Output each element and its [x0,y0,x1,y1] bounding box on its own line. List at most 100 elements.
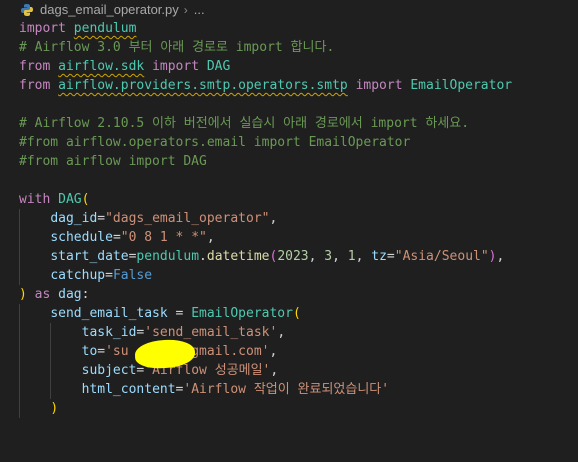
indent-guide [50,342,51,361]
param-name: html_content [81,382,176,397]
equals: = [97,211,106,226]
indent-guide [19,228,20,247]
breadcrumb-file-name[interactable]: dags_email_operator.py [40,2,179,17]
equals: = [112,230,121,245]
code-line-10: with DAG( [19,190,578,209]
string-value: "dags_email_operator" [105,211,270,226]
breadcrumb: dags_email_operator.py › ... [0,0,578,19]
param-name: start_date [50,249,129,264]
indent-guide [19,399,20,418]
number: 1 [347,249,356,264]
code-line-8: #from airflow import DAG [19,154,207,169]
string-value-start: 'su [105,344,129,359]
module-ref: pendulum [136,249,200,264]
import-keyword: import [355,78,403,93]
boolean-value: False [112,268,153,283]
code-line-7: #from airflow.operators.email import Ema… [19,135,411,150]
module-name: airflow.providers.smtp.operators.smtp [58,78,348,93]
string-value: 'Airflow 작업이 완료되었습니다' [183,382,390,397]
code-line-15: ) as dag: [19,285,578,304]
indent-guide [19,247,20,266]
module-name: pendulum [73,21,137,36]
chevron-right-icon: › [183,2,188,17]
equals: = [167,306,192,321]
equals: = [105,268,113,283]
code-line-11: dag_id="dags_email_operator", [19,209,578,228]
variable-name: dag [58,287,82,302]
import-keyword: import [152,59,200,74]
comma: , [496,249,505,264]
comma: , [270,363,279,378]
param-name: task_id [81,325,137,340]
module-name: airflow.sdk [58,59,145,74]
indent-guide [50,361,51,380]
code-line-20: html_content='Airflow 작업이 완료되었습니다' [19,380,578,399]
dot: . [199,249,207,264]
indent-guide [19,380,20,399]
equals: = [97,344,106,359]
indent-guide [19,342,20,361]
comma: , [308,249,325,264]
string-value: "Asia/Seoul" [394,249,489,264]
import-keyword: import [19,21,66,36]
number: 2023 [277,249,309,264]
close-paren: ) [19,287,27,302]
variable-name: send_email_task [50,306,168,321]
imported-name: DAG [206,59,231,74]
class-name: EmailOperator [191,306,293,321]
indent-guide [50,323,51,342]
function-name: datetime [206,249,270,264]
code-line-6: # Airflow 2.10.5 이하 버전에서 실습시 아래 경로에서 imp… [19,116,470,131]
string-value-end: @gmail.com' [183,344,270,359]
open-paren: ( [81,192,90,207]
comma: , [332,249,348,264]
number: 3 [324,249,333,264]
param-name: to [81,344,98,359]
code-line-21: ) [19,399,578,418]
code-line-12: schedule="0 8 1 * *", [19,228,578,247]
comma: , [269,211,278,226]
code-line-13: start_date=pendulum.datetime(2023, 3, 1,… [19,247,578,266]
breadcrumb-more[interactable]: ... [194,2,205,17]
as-keyword: as [26,287,59,302]
class-name: DAG [58,192,82,207]
comma: , [277,325,286,340]
param-name: dag_id [50,211,98,226]
code-editor[interactable]: import pendulum # Airflow 3.0 부터 아래 경로로 … [0,19,578,418]
param-name: subject [81,363,137,378]
code-line-17: task_id='send_email_task', [19,323,578,342]
code-line-2: # Airflow 3.0 부터 아래 경로로 import 합니다. [19,40,335,55]
code-line-3: from airflow.sdk import DAG [19,57,578,76]
with-keyword: with [19,192,51,207]
from-keyword: from [19,78,51,93]
indent-guide [19,266,20,285]
indent-guide [19,361,20,380]
string-value: 'send_email_task' [144,325,278,340]
code-line-14: catchup=False [19,266,578,285]
indent-guide [50,380,51,399]
param-name: schedule [50,230,113,245]
python-file-icon [20,3,34,17]
open-paren: ( [292,306,301,321]
comma: , [269,344,278,359]
param-name: tz [371,249,387,264]
from-keyword: from [19,59,51,74]
indent-guide [19,304,20,323]
comma: , [206,230,215,245]
indent-guide [19,323,20,342]
param-name: catchup [50,268,106,283]
code-line-1: import pendulum [19,19,578,38]
code-line-18: to='su @gmail.com', [19,342,578,361]
close-paren: ) [50,401,59,416]
imported-name: EmailOperator [410,78,513,93]
indent-guide [19,209,20,228]
comma: , [355,249,372,264]
close-paren: ) [488,249,497,264]
equals: = [386,249,395,264]
code-line-16: send_email_task = EmailOperator( [19,304,578,323]
code-line-19: subject='Airflow 성공메일', [19,361,578,380]
code-line-4: from airflow.providers.smtp.operators.sm… [19,76,578,95]
colon: : [81,287,90,302]
